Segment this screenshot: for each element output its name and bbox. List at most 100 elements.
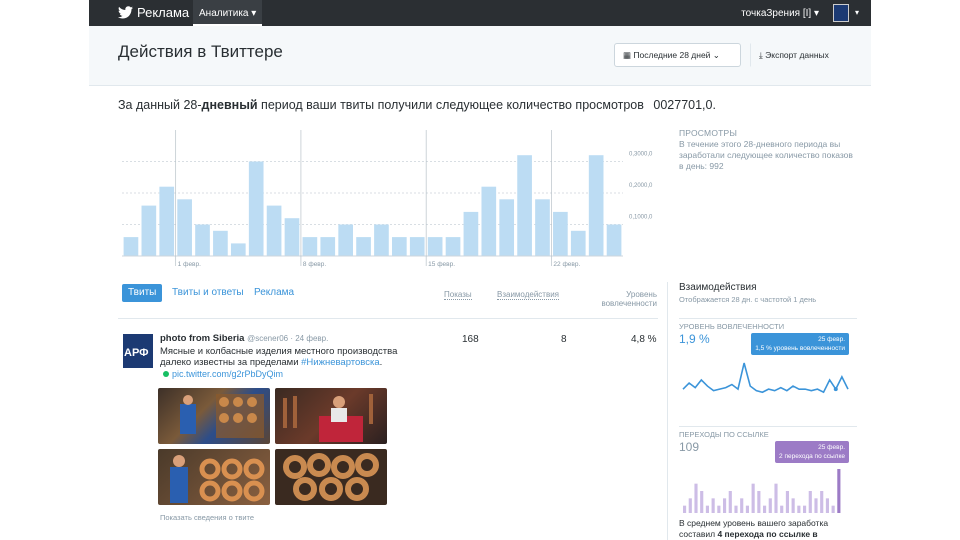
chart-bar[interactable] — [374, 224, 389, 257]
tweet-link-text[interactable]: pic.twitter.com/g2rPbDyQim — [172, 369, 283, 379]
chart-bar[interactable] — [320, 237, 336, 256]
link-bar[interactable] — [734, 505, 738, 513]
tweet-details-link[interactable]: Показать сведения о твите — [160, 513, 254, 522]
x-tick-label: 15 февр. — [428, 261, 455, 268]
chart-bar[interactable] — [409, 237, 425, 256]
chart-bar[interactable] — [445, 237, 461, 256]
account-menu[interactable]: точкаЗрения [I] ▾ — [741, 8, 819, 19]
tab-tweets[interactable]: Твиты — [122, 284, 163, 302]
link-bar[interactable] — [803, 505, 807, 513]
x-tick-label: 8 февр. — [303, 261, 326, 268]
sausage-rack-image — [180, 394, 264, 438]
twitter-bird-icon[interactable] — [118, 6, 133, 19]
link-bar[interactable] — [694, 483, 698, 513]
link-bar[interactable] — [825, 498, 829, 513]
photo-4[interactable] — [275, 449, 387, 505]
date-range-button[interactable]: ▦ Последние 28 дней ⌄ — [614, 43, 741, 67]
link-bar[interactable] — [728, 491, 732, 513]
chevron-down-icon[interactable]: ▾ — [855, 8, 859, 17]
chart-bar[interactable] — [177, 199, 192, 256]
chart-bar[interactable] — [517, 155, 532, 256]
chart-bar[interactable] — [427, 237, 443, 256]
link-bar[interactable] — [763, 505, 767, 513]
chart-bar[interactable] — [553, 211, 568, 256]
photo-2[interactable] — [275, 388, 387, 444]
chart-bar[interactable] — [213, 230, 228, 256]
link-bar[interactable] — [814, 498, 818, 513]
link-bar[interactable] — [797, 505, 801, 513]
link-bar[interactable] — [745, 505, 749, 513]
chart-bar[interactable] — [481, 186, 497, 256]
link-bar[interactable] — [757, 491, 761, 513]
link-bar[interactable] — [820, 491, 824, 513]
rate-point[interactable] — [833, 387, 838, 392]
chart-bar[interactable] — [141, 205, 157, 256]
column-engagements[interactable]: Взаимодействия — [497, 290, 559, 300]
link-bar[interactable] — [711, 498, 715, 513]
brand-label[interactable]: Реклама — [137, 5, 189, 20]
link-bar[interactable] — [700, 491, 704, 513]
chart-bar[interactable] — [230, 243, 246, 256]
link-bar[interactable] — [774, 483, 778, 513]
sausage-pile-image — [283, 453, 379, 501]
link-bar[interactable] — [837, 469, 841, 513]
bottom-note-bold: 4 перехода по ссылке в — [717, 529, 818, 539]
link-bar[interactable] — [683, 505, 687, 513]
chart-bar[interactable] — [392, 237, 407, 256]
tweet-hashtag[interactable]: #Нижневартовска — [301, 357, 380, 368]
chart-bar[interactable] — [356, 237, 371, 256]
chart-bar[interactable] — [266, 205, 282, 256]
link-bar[interactable] — [831, 505, 835, 513]
column-divider — [667, 282, 668, 540]
export-label: Экспорт данных — [765, 50, 829, 60]
x-tick-label: 1 февр. — [178, 261, 201, 268]
x-tick-label: 22 февр. — [553, 261, 580, 268]
tweet-media-link[interactable]: pic.twitter.com/g2rPbDyQim — [163, 369, 283, 379]
chart-bar[interactable] — [535, 199, 550, 256]
rate-card-label: Уровень вовлеченности — [679, 322, 785, 331]
link-bar[interactable] — [768, 498, 772, 513]
photo-1[interactable] — [158, 388, 270, 444]
chart-bar[interactable] — [302, 237, 318, 256]
link-bar[interactable] — [723, 498, 727, 513]
y-tick-label: 0,2000,0 — [629, 183, 653, 189]
chart-bar[interactable] — [284, 218, 300, 256]
chart-bar[interactable] — [248, 161, 264, 257]
link-bar[interactable] — [808, 491, 812, 513]
tweet-author-name[interactable]: photo from Siberia — [160, 333, 244, 344]
chart-bar[interactable] — [570, 230, 586, 256]
chart-bar[interactable] — [338, 224, 353, 257]
tweet-avatar[interactable]: АРФ — [123, 334, 153, 368]
tweet-engagement-rate: 4,8 % — [631, 334, 657, 345]
export-data-button[interactable]: ⤓ Экспорт данных — [750, 43, 854, 67]
tweet-author: photo from Siberia @scener06 · 24 февр. — [160, 333, 328, 344]
chart-bar[interactable] — [588, 155, 604, 256]
link-bar[interactable] — [705, 505, 709, 513]
avatar[interactable] — [833, 4, 849, 22]
rate-line — [682, 362, 849, 394]
link-bar[interactable] — [740, 498, 744, 513]
link-bar[interactable] — [751, 483, 755, 513]
tab-tweets-replies[interactable]: Твиты и ответы — [166, 284, 250, 302]
chart-bar[interactable] — [195, 224, 210, 257]
link-bar[interactable] — [780, 505, 784, 513]
chart-bar[interactable] — [499, 199, 515, 256]
tweet-photos[interactable] — [158, 388, 387, 505]
chart-bar[interactable] — [159, 186, 175, 256]
column-impressions[interactable]: Показы — [444, 290, 472, 300]
column-rate[interactable]: Уровень вовлеченности — [597, 290, 657, 308]
page-header: Действия в Твиттере ▦ Последние 28 дней … — [89, 26, 871, 86]
divider — [118, 318, 658, 319]
chart-bar[interactable] — [123, 237, 139, 256]
photo-3[interactable] — [158, 449, 270, 505]
side-note-text: В течение этого 28-дневного периода вы з… — [679, 139, 853, 171]
link-bar[interactable] — [688, 498, 692, 513]
sausage-rings-image — [170, 455, 265, 503]
link-bar[interactable] — [785, 491, 789, 513]
link-bar[interactable] — [717, 505, 721, 513]
tab-promoted[interactable]: Реклама — [248, 284, 300, 302]
chart-bar[interactable] — [463, 211, 479, 256]
chart-bar[interactable] — [606, 224, 622, 257]
analytics-menu[interactable]: Аналитика ▾ — [193, 0, 263, 26]
link-bar[interactable] — [791, 498, 795, 513]
